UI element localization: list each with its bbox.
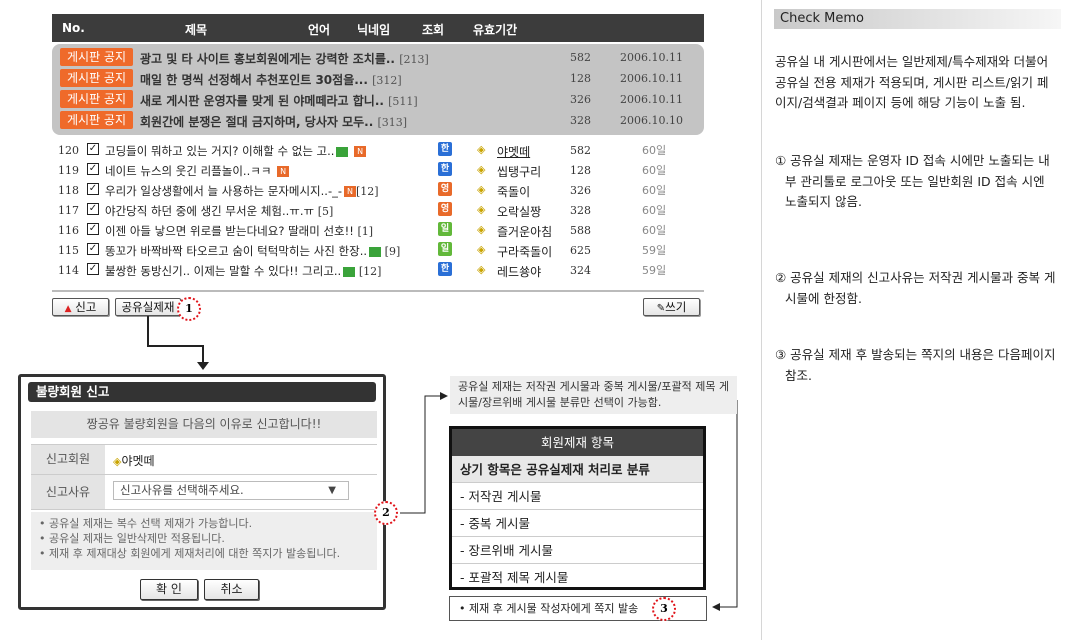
reason-select[interactable]: 신고사유를 선택해주세요.▼ [113,481,349,500]
restriction-item[interactable]: - 저작권 게시물 [452,483,703,510]
step-marker-2: 2 [374,501,398,525]
memo-intro: 공유실 내 게시판에서는 일반제제/특수제재와 더불어 공유실 전용 제재가 적… [775,52,1060,114]
step-marker-3: 3 [652,597,676,621]
restriction-item[interactable]: - 장르위배 게시물 [452,537,703,564]
report-dialog-title: 불량회원 신고 [28,382,376,402]
restriction-subtitle: 상기 항목은 공유실제재 처리로 분류 [452,456,703,483]
restriction-item[interactable]: - 중복 게시물 [452,510,703,537]
report-dialog: 불량회원 신고 짱공유 불량회원을 다음의 이유로 신고합니다!! 신고회원 ◈… [18,374,386,610]
memo-note-2: ② 공유실 제재의 신고사유는 저작권 게시물과 중복 게 시물에 한정함. [775,268,1060,309]
memo-note-3: ③ 공유실 제재 후 발송되는 쪽지의 내용은 다음페이지 참조. [775,345,1060,386]
step-marker-1: 1 [177,297,201,321]
restriction-items-box: 회원제재 항목 상기 항목은 공유실제재 처리로 분류 - 저작권 게시물 - … [449,426,706,590]
report-message: 짱공유 불량회원을 다음의 이유로 신고합니다!! [31,411,377,438]
note-line: • 공유실 제재는 일반삭제만 적용됩니다. [39,531,377,546]
confirm-button[interactable]: 확 인 [140,579,198,600]
memo-note-1: ① 공유실 제재는 운영자 ID 접속 시에만 노출되는 내 부 관리툴로 로그… [775,151,1060,213]
reason-label: 신고사유 [31,475,105,509]
restriction-title: 회원제재 항목 [452,429,703,456]
report-notes: • 공유실 제재는 복수 선택 제재가 가능합니다. • 공유실 제재는 일반삭… [31,512,377,570]
restriction-item[interactable]: - 포괄적 제목 게시물 [452,564,703,591]
memo-title: Check Memo [774,9,1061,29]
note-line: • 제재 후 제재대상 회원에게 제재처리에 대한 쪽지가 발송됩니다. [39,546,377,561]
chevron-down-icon: ▼ [328,482,336,499]
restriction-description: 공유실 제재는 저작권 게시물과 중복 게시물/포괄적 제목 게시물/장르위배 … [450,376,737,414]
divider [31,509,377,510]
member-value: ◈야멧떼 [113,452,155,469]
member-label: 신고회원 [31,445,105,474]
cancel-button[interactable]: 취소 [204,579,259,600]
note-line: • 공유실 제재는 복수 선택 제재가 가능합니다. [39,516,377,531]
